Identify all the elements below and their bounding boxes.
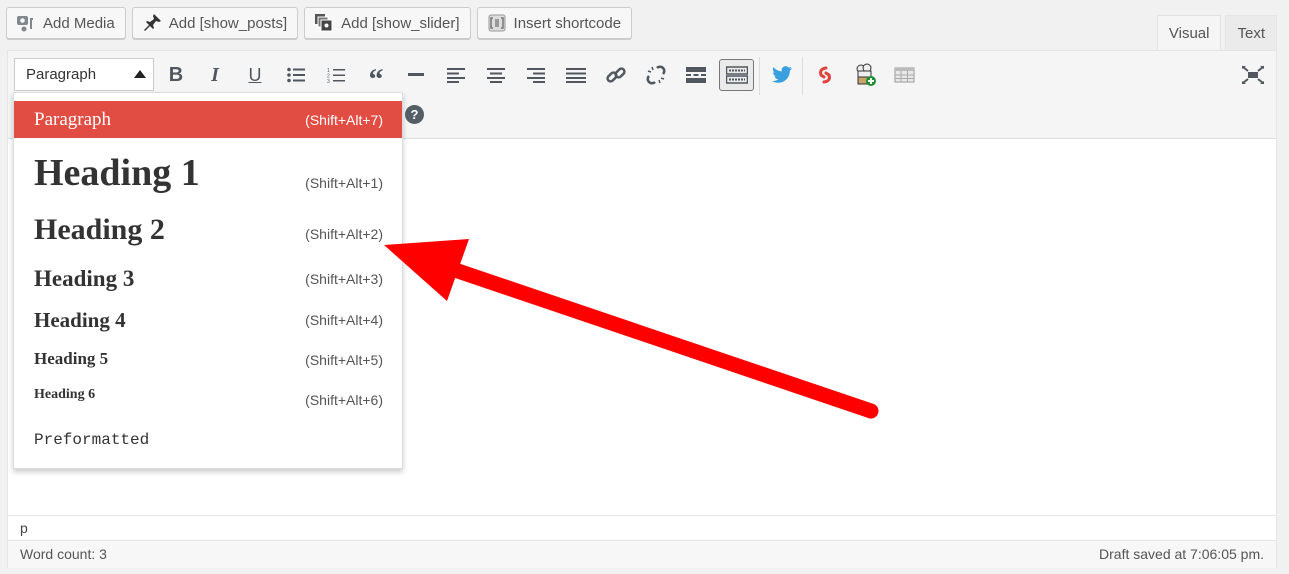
fullscreen-icon — [1242, 66, 1264, 84]
help-button[interactable]: ? — [405, 105, 424, 124]
status-bar: Word count: 3 Draft saved at 7:06:05 pm. — [8, 540, 1276, 568]
chef-add-button[interactable] — [848, 59, 882, 91]
editor-tabs: Visual Text — [1156, 15, 1277, 51]
toolbar-toggle-button[interactable] — [719, 59, 754, 91]
numbered-list-button[interactable]: 123 — [319, 59, 353, 91]
menu-item-shortcut: (Shift+Alt+6) — [305, 392, 383, 408]
menu-item-paragraph[interactable]: Paragraph (Shift+Alt+7) — [14, 101, 402, 138]
menu-item-heading-4[interactable]: Heading 4 (Shift+Alt+4) — [14, 302, 402, 338]
justify-icon — [566, 68, 586, 83]
align-right-button[interactable] — [519, 59, 553, 91]
format-select[interactable]: Paragraph — [14, 58, 154, 91]
add-media-button[interactable]: Add Media — [6, 7, 126, 39]
insert-shortcode-button[interactable]: Insert shortcode — [476, 7, 633, 39]
italic-button[interactable]: I — [198, 59, 232, 91]
draft-saved-status: Draft saved at 7:06:05 pm. — [1099, 546, 1264, 562]
menu-item-shortcut: (Shift+Alt+5) — [305, 352, 383, 368]
twitter-button[interactable] — [765, 59, 799, 91]
keyboard-icon — [725, 66, 748, 84]
menu-item-heading-2[interactable]: Heading 2 (Shift+Alt+2) — [14, 208, 402, 252]
menu-item-heading-5[interactable]: Heading 5 (Shift+Alt+5) — [14, 342, 402, 376]
menu-item-shortcut: (Shift+Alt+3) — [305, 271, 383, 287]
unlink-icon — [646, 65, 666, 85]
bulleted-list-icon — [287, 67, 305, 83]
align-center-icon — [487, 68, 505, 83]
add-show-slider-label: Add [show_slider] — [341, 14, 460, 32]
table-icon — [894, 67, 915, 83]
blockquote-icon: “ — [368, 63, 384, 96]
insert-link-button[interactable] — [599, 59, 633, 91]
numbered-list-icon: 123 — [327, 68, 345, 83]
read-more-icon — [686, 67, 706, 83]
sumome-icon — [819, 66, 831, 84]
media-buttons: Add Media Add [show_posts] Add [show_sli… — [6, 7, 633, 41]
horizontal-line-button[interactable] — [399, 59, 433, 91]
bold-button[interactable]: B — [159, 59, 193, 91]
word-count: Word count: 3 — [20, 546, 107, 562]
underline-icon: U — [248, 64, 262, 85]
underline-button[interactable]: U — [238, 59, 272, 91]
menu-item-label: Heading 4 — [34, 307, 126, 332]
menu-item-label: Preformatted — [34, 431, 150, 449]
bulleted-list-button[interactable] — [279, 59, 313, 91]
menu-item-heading-6[interactable]: Heading 6 (Shift+Alt+6) — [14, 381, 402, 415]
menu-item-shortcut: (Shift+Alt+7) — [305, 111, 383, 128]
link-icon — [606, 67, 626, 83]
remove-link-button[interactable] — [639, 59, 673, 91]
shortcode-icon — [487, 13, 507, 33]
add-show-posts-label: Add [show_posts] — [168, 14, 288, 32]
fullscreen-button[interactable] — [1236, 59, 1270, 91]
format-select-value: Paragraph — [26, 66, 97, 83]
align-left-icon — [447, 68, 465, 83]
menu-item-label: Heading 3 — [34, 266, 135, 291]
menu-item-label: Heading 6 — [34, 387, 96, 402]
path-item[interactable]: p — [20, 520, 28, 536]
add-show-slider-button[interactable]: Add [show_slider] — [304, 7, 471, 39]
justify-button[interactable] — [559, 59, 593, 91]
twitter-icon — [772, 66, 792, 83]
menu-item-shortcut: (Shift+Alt+1) — [305, 175, 383, 191]
tab-visual[interactable]: Visual — [1156, 15, 1222, 51]
add-media-label: Add Media — [43, 14, 115, 32]
add-media-icon — [16, 13, 36, 33]
menu-item-label: Paragraph — [34, 108, 112, 130]
menu-item-shortcut: (Shift+Alt+4) — [305, 312, 383, 328]
menu-item-label: Heading 5 — [34, 349, 109, 368]
menu-item-heading-1[interactable]: Heading 1 (Shift+Alt+1) — [14, 145, 402, 201]
help-icon: ? — [410, 107, 419, 122]
toolbar-separator — [802, 57, 803, 95]
toolbar-separator — [759, 57, 760, 95]
menu-item-shortcut: (Shift+Alt+2) — [305, 226, 383, 242]
tab-text[interactable]: Text — [1225, 15, 1277, 50]
align-right-icon — [527, 68, 545, 83]
horizontal-line-icon — [408, 73, 424, 76]
element-path: p — [8, 515, 1276, 540]
align-left-button[interactable] — [439, 59, 473, 91]
menu-item-label: Heading 2 — [34, 213, 165, 246]
menu-item-preformatted[interactable]: Preformatted — [14, 423, 402, 457]
slider-icon — [314, 13, 334, 33]
menu-item-heading-3[interactable]: Heading 3 (Shift+Alt+3) — [14, 261, 402, 297]
add-show-posts-button[interactable]: Add [show_posts] — [131, 7, 299, 39]
format-dropdown-menu: Paragraph (Shift+Alt+7) Heading 1 (Shift… — [13, 92, 403, 469]
bold-icon: B — [168, 63, 184, 86]
table-button[interactable] — [888, 59, 922, 91]
insert-shortcode-label: Insert shortcode — [513, 14, 622, 32]
align-center-button[interactable] — [479, 59, 513, 91]
italic-icon: I — [211, 63, 219, 86]
svg-text:3: 3 — [327, 79, 330, 83]
chef-add-icon — [856, 63, 876, 86]
pushpin-icon — [142, 13, 162, 33]
chevron-up-icon — [134, 70, 146, 78]
blockquote-button[interactable]: “ — [359, 59, 393, 95]
menu-item-label: Heading 1 — [34, 152, 200, 194]
read-more-button[interactable] — [679, 59, 713, 91]
sumome-button[interactable] — [808, 59, 842, 91]
